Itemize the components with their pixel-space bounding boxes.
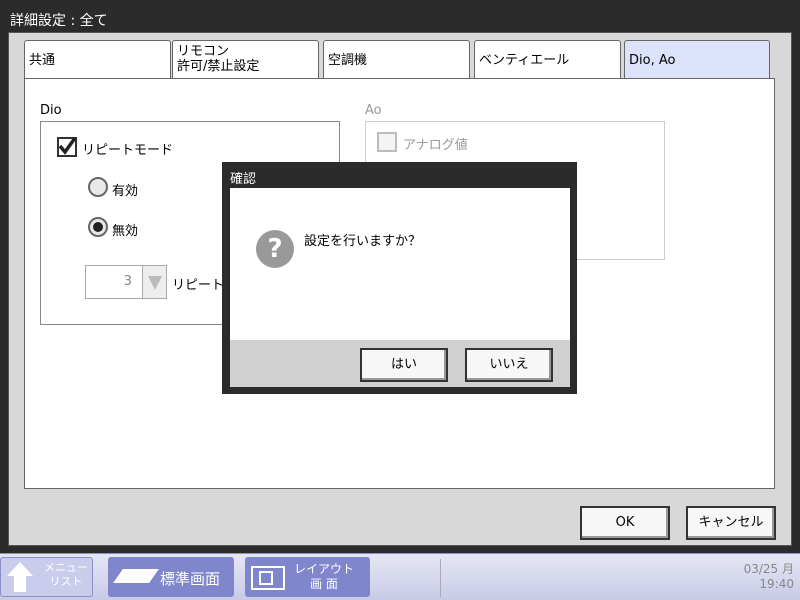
- taskbar-divider: [440, 559, 441, 597]
- menu-label-line1: メニュー: [44, 561, 88, 574]
- clock: 03/25 月 19:40: [744, 562, 794, 592]
- dialog-footer: はい いいえ: [230, 340, 570, 387]
- layout-label-line2: 画 面: [310, 577, 338, 591]
- tab-label-line1: リモコン: [177, 44, 230, 59]
- tab-label-line2: 許可/禁止設定: [177, 59, 260, 74]
- layout-icon-inner: [259, 571, 273, 585]
- standard-screen-label: 標準画面: [160, 570, 221, 588]
- confirm-dialog: 確認 ? 設定を行いますか？ はい いいえ: [222, 162, 577, 394]
- radio-selected-dot: [93, 222, 103, 232]
- dialog-body: ? 設定を行いますか？: [230, 188, 570, 340]
- date-text: 03/25 月: [743, 562, 794, 576]
- stepper-label: リピート|: [172, 278, 229, 293]
- window-title: 詳細設定 : 全て: [10, 13, 108, 29]
- dialog-title: 確認: [230, 172, 257, 187]
- radio-disabled[interactable]: [88, 217, 108, 237]
- stepper-dropdown-button[interactable]: [142, 266, 166, 298]
- tab-dio-ao[interactable]: Dio, Ao: [624, 40, 770, 80]
- menu-label-line2: リスト: [49, 575, 83, 588]
- tab-label: ベンティエール: [479, 53, 570, 68]
- triangle-down-icon: [148, 276, 162, 290]
- analog-value-label: アナログ値: [403, 138, 468, 153]
- tab-air-conditioner[interactable]: 空調機: [323, 40, 470, 80]
- layout-screen-button[interactable]: レイアウト 画 面: [245, 557, 370, 597]
- tab-label: Dio, Ao: [629, 53, 676, 68]
- dialog-message: 設定を行いますか？: [304, 234, 422, 249]
- question-icon: ?: [256, 230, 294, 268]
- ao-section-label: Ao: [365, 103, 382, 118]
- stepper-value: 3: [123, 274, 132, 289]
- repeat-count-stepper[interactable]: 3: [85, 265, 167, 299]
- radio-enabled[interactable]: [88, 177, 108, 197]
- standard-screen-button[interactable]: 標準画面: [108, 557, 234, 597]
- tab-ventilation[interactable]: ベンティエール: [474, 40, 621, 80]
- tab-common[interactable]: 共通: [24, 40, 171, 80]
- repeat-mode-label: リピートモード: [82, 143, 174, 158]
- analog-value-checkbox[interactable]: [377, 132, 397, 152]
- ok-button[interactable]: OK: [580, 506, 670, 540]
- menu-list-button[interactable]: メニュー リスト: [0, 557, 93, 597]
- up-arrow-icon: [7, 562, 33, 576]
- radio-enabled-label: 有効: [112, 184, 139, 199]
- cancel-button[interactable]: キャンセル: [686, 506, 776, 540]
- repeat-mode-checkbox[interactable]: [57, 136, 77, 157]
- tab-remote-permission[interactable]: リモコン 許可/禁止設定: [172, 40, 319, 80]
- dio-section-label: Dio: [40, 103, 62, 118]
- checkmark-icon: [58, 136, 77, 155]
- tab-label: 空調機: [328, 53, 368, 68]
- standard-screen-icon: [113, 569, 159, 583]
- time-text: 19:40: [759, 577, 794, 591]
- taskbar: メニュー リスト 標準画面 レイアウト 画 面 03/25 月 19:40: [0, 553, 800, 600]
- no-button[interactable]: いいえ: [465, 348, 553, 382]
- yes-button[interactable]: はい: [360, 348, 448, 382]
- radio-disabled-label: 無効: [112, 224, 139, 239]
- tab-label: 共通: [29, 53, 56, 68]
- layout-label-line1: レイアウト: [293, 562, 354, 576]
- up-arrow-icon-stem: [14, 576, 26, 592]
